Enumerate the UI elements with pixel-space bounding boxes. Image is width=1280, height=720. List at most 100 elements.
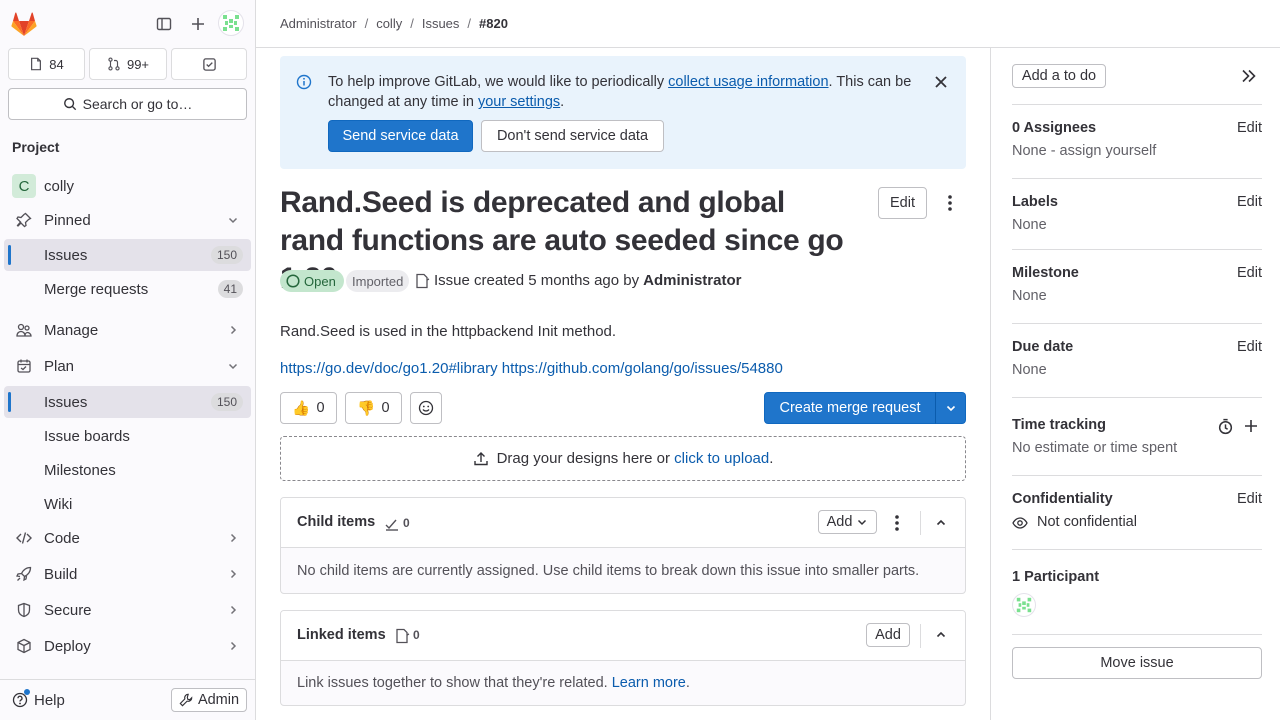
add-todo-button[interactable]: Add a to do: [1012, 64, 1106, 88]
breadcrumb-item[interactable]: Administrator: [280, 16, 357, 31]
search-icon: [63, 98, 76, 111]
plus-icon[interactable]: [1243, 418, 1259, 434]
count-badge: 150: [210, 246, 243, 264]
divider: [1012, 323, 1262, 324]
create-new-icon[interactable]: [184, 8, 212, 40]
sidebar-item-manage[interactable]: Manage: [4, 314, 251, 346]
send-service-data-button[interactable]: Send service data: [328, 120, 473, 152]
information-icon: [296, 74, 312, 90]
upload-suffix: .: [769, 450, 774, 467]
thumbs-down-button[interactable]: 👎 0: [345, 392, 402, 424]
create-merge-request-button[interactable]: Create merge request: [764, 392, 936, 424]
due-date-title: Due date: [1012, 339, 1074, 355]
sidebar-item-code[interactable]: Code: [4, 522, 251, 554]
edit-confidentiality-button[interactable]: Edit: [1237, 491, 1262, 507]
help-label: Help: [34, 691, 65, 709]
description-links[interactable]: https://go.dev/doc/go1.20#library https:…: [280, 360, 783, 377]
divider: [1012, 104, 1262, 105]
notification-dot: [24, 689, 30, 695]
sidebar-item-pinned-issues[interactable]: Issues 150: [4, 239, 251, 271]
rocket-icon: [16, 566, 32, 582]
search-label: Search or go to…: [82, 96, 193, 112]
divider: [920, 624, 921, 648]
divider: [1012, 634, 1262, 635]
breadcrumb-item[interactable]: colly: [376, 16, 402, 31]
breadcrumb-item[interactable]: Issues: [422, 16, 460, 31]
collapse-linked-items-button[interactable]: [929, 623, 953, 647]
thumbs-up-button[interactable]: 👍 0: [280, 392, 337, 424]
breadcrumb-current[interactable]: #820: [479, 16, 508, 31]
sidebar-item-build[interactable]: Build: [4, 558, 251, 590]
create-mr-dropdown-button[interactable]: [935, 392, 966, 424]
participant-avatar[interactable]: [1012, 593, 1036, 617]
merge-request-icon: [108, 57, 120, 71]
project-link[interactable]: C colly: [4, 170, 251, 202]
admin-button[interactable]: Admin: [171, 688, 247, 712]
add-linked-item-button[interactable]: Add: [866, 623, 910, 647]
sidebar-item-label: Merge requests: [44, 280, 149, 298]
edit-issue-button[interactable]: Edit: [878, 187, 927, 219]
learn-more-link[interactable]: Learn more: [612, 675, 686, 691]
linked-items-title: Linked items: [297, 627, 386, 643]
gitlab-logo-icon[interactable]: [8, 8, 40, 40]
click-to-upload-link[interactable]: click to upload: [674, 450, 769, 467]
user-avatar-icon[interactable]: [218, 10, 244, 36]
timer-icon[interactable]: [1217, 418, 1234, 435]
help-button[interactable]: Help: [12, 688, 65, 712]
banner-text-part: .: [560, 94, 565, 110]
project-avatar: C: [12, 174, 36, 198]
child-items-more-button[interactable]: [887, 511, 907, 535]
edit-due-date-button[interactable]: Edit: [1237, 339, 1262, 355]
sidebar-item-milestones[interactable]: Milestones: [4, 454, 251, 486]
upload-icon: [473, 451, 488, 465]
add-reaction-button[interactable]: [410, 392, 442, 424]
your-settings-link[interactable]: your settings: [478, 94, 560, 110]
status-label: Open: [304, 273, 336, 289]
more-actions-button[interactable]: [938, 191, 962, 215]
project-name: colly: [44, 177, 75, 195]
imported-badge: Imported: [346, 270, 410, 292]
sidebar-item-pinned-merge-requests[interactable]: Merge requests 41: [4, 273, 251, 305]
chevron-down-icon: [228, 217, 238, 224]
divider: [1012, 397, 1262, 398]
sidebar-item-wiki[interactable]: Wiki: [4, 488, 251, 520]
edit-assignees-button[interactable]: Edit: [1237, 120, 1262, 136]
issues-counter[interactable]: 84: [8, 48, 85, 80]
edit-labels-button[interactable]: Edit: [1237, 194, 1262, 210]
sidebar-item-secure[interactable]: Secure: [4, 594, 251, 626]
sidebar-item-deploy[interactable]: Deploy: [4, 630, 251, 662]
sidebar-item-issue-boards[interactable]: Issue boards: [4, 420, 251, 452]
close-icon[interactable]: [934, 75, 948, 89]
linked-items-empty-text: Link issues together to show that they'r…: [297, 675, 690, 691]
move-issue-button[interactable]: Move issue: [1012, 647, 1262, 679]
sidebar-item-label: Deploy: [44, 637, 91, 655]
sidebar-item-plan-issues[interactable]: Issues 150: [4, 386, 251, 418]
merge-requests-count: 99+: [126, 56, 150, 72]
banner-text-part: To help improve GitLab, we would like to…: [328, 74, 669, 90]
linked-items-count: 0: [413, 628, 420, 642]
collect-usage-link[interactable]: collect usage information: [668, 74, 828, 90]
sidebar-toggle-icon[interactable]: [150, 8, 178, 40]
child-items-empty-text: No child items are currently assigned. U…: [297, 563, 920, 579]
issue-open-icon: [286, 274, 300, 288]
sidebar-item-plan[interactable]: Plan: [4, 350, 251, 382]
design-upload-dropzone[interactable]: Drag your designs here or click to uploa…: [280, 436, 966, 481]
add-child-item-button[interactable]: Add: [818, 510, 877, 534]
collapse-child-items-button[interactable]: [929, 511, 953, 535]
issue-description: Rand.Seed is used in the httpbackend Ini…: [280, 323, 617, 340]
labels-value: None: [1012, 217, 1047, 233]
sidebar-item-label: Wiki: [44, 495, 73, 513]
sidebar-item-pinned[interactable]: Pinned: [4, 204, 251, 236]
deployments-icon: [17, 638, 31, 654]
search-button[interactable]: Search or go to…: [8, 88, 247, 120]
author-link[interactable]: Administrator: [643, 272, 741, 289]
merge-requests-counter[interactable]: 99+: [89, 48, 167, 80]
assign-yourself-link[interactable]: None - assign yourself: [1012, 143, 1156, 159]
chevron-right-icon: [230, 569, 237, 579]
dont-send-service-data-button[interactable]: Don't send service data: [481, 120, 664, 152]
left-sidebar: 84 99+ Search or go to… Project C colly …: [0, 0, 256, 720]
edit-milestone-button[interactable]: Edit: [1237, 265, 1262, 281]
todos-counter[interactable]: [171, 48, 247, 80]
collapse-sidebar-button[interactable]: [1239, 66, 1259, 86]
count-badge: 41: [217, 280, 243, 298]
